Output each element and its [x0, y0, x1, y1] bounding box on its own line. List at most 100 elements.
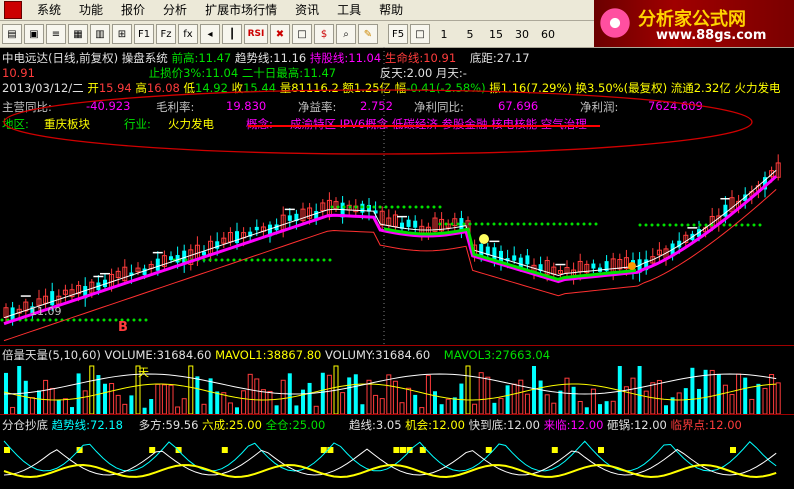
support-dot — [564, 222, 568, 226]
candle-down — [287, 215, 292, 221]
menu-extended-market[interactable]: 扩展市场行情 — [196, 0, 286, 20]
volume-bar — [709, 369, 715, 414]
support-dot — [336, 205, 340, 209]
volume-bar — [558, 390, 563, 414]
menu-news[interactable]: 资讯 — [286, 0, 328, 20]
volume-bar — [386, 374, 392, 414]
new-icon[interactable]: ▤ — [2, 24, 22, 44]
open-icon[interactable]: ▣ — [24, 24, 44, 44]
menu-function[interactable]: 功能 — [70, 0, 112, 20]
bottom-indicator-chart[interactable] — [0, 431, 794, 489]
volume-bar — [267, 390, 273, 414]
pencil-icon[interactable]: ✎ — [358, 24, 378, 44]
support-dot — [552, 222, 556, 226]
table-icon[interactable]: ▦ — [68, 24, 88, 44]
support-dot — [90, 318, 94, 322]
kd-value: 12.00 — [507, 418, 540, 432]
back-icon[interactable]: ◂ — [200, 24, 220, 44]
support-dot — [24, 318, 28, 322]
support-dot — [208, 258, 212, 262]
box2-icon[interactable]: □ — [410, 24, 430, 44]
support-dot — [232, 258, 236, 262]
support-dot — [202, 258, 206, 262]
highlight-ellipse — [3, 89, 753, 155]
support-dot — [594, 222, 598, 226]
qs-value: 3.05 — [375, 418, 402, 432]
site-logo: 分析家公式网 www.88gs.com — [594, 0, 794, 47]
volume-bar — [208, 378, 213, 414]
volume-chart[interactable]: 天 — [0, 362, 794, 414]
list-icon[interactable]: ≡ — [46, 24, 66, 44]
support-dot — [498, 222, 502, 226]
price-chart[interactable]: 11.09 B — [0, 47, 794, 347]
kline-icon[interactable]: ┃ — [222, 24, 242, 44]
volume-bar — [604, 401, 609, 414]
grid-icon[interactable]: ⊞ — [112, 24, 132, 44]
volume-bar — [103, 383, 107, 414]
f5-button[interactable]: F5 — [388, 24, 408, 44]
jh-value: 12.00 — [432, 418, 465, 432]
menu-analysis[interactable]: 分析 — [154, 0, 196, 20]
bottom-cyan-line — [3, 440, 777, 472]
app-icon[interactable] — [4, 1, 22, 19]
signal-dot — [479, 234, 489, 244]
volume-bar — [227, 402, 233, 414]
volume-bar — [413, 394, 418, 414]
period-1-button[interactable]: 1 — [432, 24, 456, 44]
mavol2-line — [3, 373, 777, 395]
quan-label: 全仓: — [265, 418, 293, 432]
volume-bar — [17, 366, 22, 414]
volume-bar — [459, 383, 464, 414]
period-60-button[interactable]: 60 — [536, 24, 560, 44]
chart-icon[interactable]: ▥ — [90, 24, 110, 44]
volume-bar — [769, 374, 775, 414]
f1-icon[interactable]: F1 — [134, 24, 154, 44]
support-dot — [558, 222, 562, 226]
menu-system[interactable]: 系统 — [28, 0, 70, 20]
candle-down — [50, 291, 55, 306]
support-dot — [108, 318, 112, 322]
period-30-button[interactable]: 30 — [510, 24, 534, 44]
candles — [3, 154, 781, 326]
support-dot — [450, 222, 454, 226]
period-5-button[interactable]: 5 — [458, 24, 482, 44]
bottom-mark — [149, 447, 156, 453]
quan-value: 25.00 — [292, 418, 326, 432]
volume-bar — [643, 390, 649, 414]
volume-bar — [524, 393, 530, 414]
dollar-icon[interactable]: $ — [314, 24, 334, 44]
support-dot — [638, 223, 642, 227]
rsi-button[interactable]: RSI — [244, 24, 268, 44]
fx-icon[interactable]: fx — [178, 24, 198, 44]
box-icon[interactable]: □ — [292, 24, 312, 44]
menu-quote[interactable]: 报价 — [112, 0, 154, 20]
support-dot — [746, 223, 750, 227]
fiz-icon[interactable]: Fz — [156, 24, 176, 44]
volume-bar — [743, 377, 748, 414]
volume-bar — [571, 386, 576, 414]
support-dot — [492, 222, 496, 226]
candle-down — [512, 255, 517, 261]
support-dot — [432, 205, 436, 209]
cross-icon[interactable]: ✖ — [270, 24, 290, 44]
support-dot — [662, 223, 666, 227]
support-dot — [576, 222, 580, 226]
ma-white-line — [3, 169, 777, 319]
support-dot — [540, 222, 544, 226]
support-dot — [84, 318, 88, 322]
support-dot — [366, 205, 370, 209]
volume-bar — [697, 388, 701, 414]
volume-bar — [756, 383, 761, 414]
volume-bar — [122, 403, 128, 414]
lai-value: 12.00 — [570, 418, 604, 432]
lai-label: 来临: — [543, 418, 571, 432]
support-dot — [674, 223, 678, 227]
menu-help[interactable]: 帮助 — [370, 0, 412, 20]
volume-bar — [406, 387, 412, 414]
qs-label: 趋线: — [349, 418, 376, 432]
menu-tools[interactable]: 工具 — [328, 0, 370, 20]
zoom-icon[interactable]: ⌕ — [336, 24, 356, 44]
support-dot — [438, 222, 442, 226]
period-15-button[interactable]: 15 — [484, 24, 508, 44]
liu-label: 六成: — [202, 418, 229, 432]
